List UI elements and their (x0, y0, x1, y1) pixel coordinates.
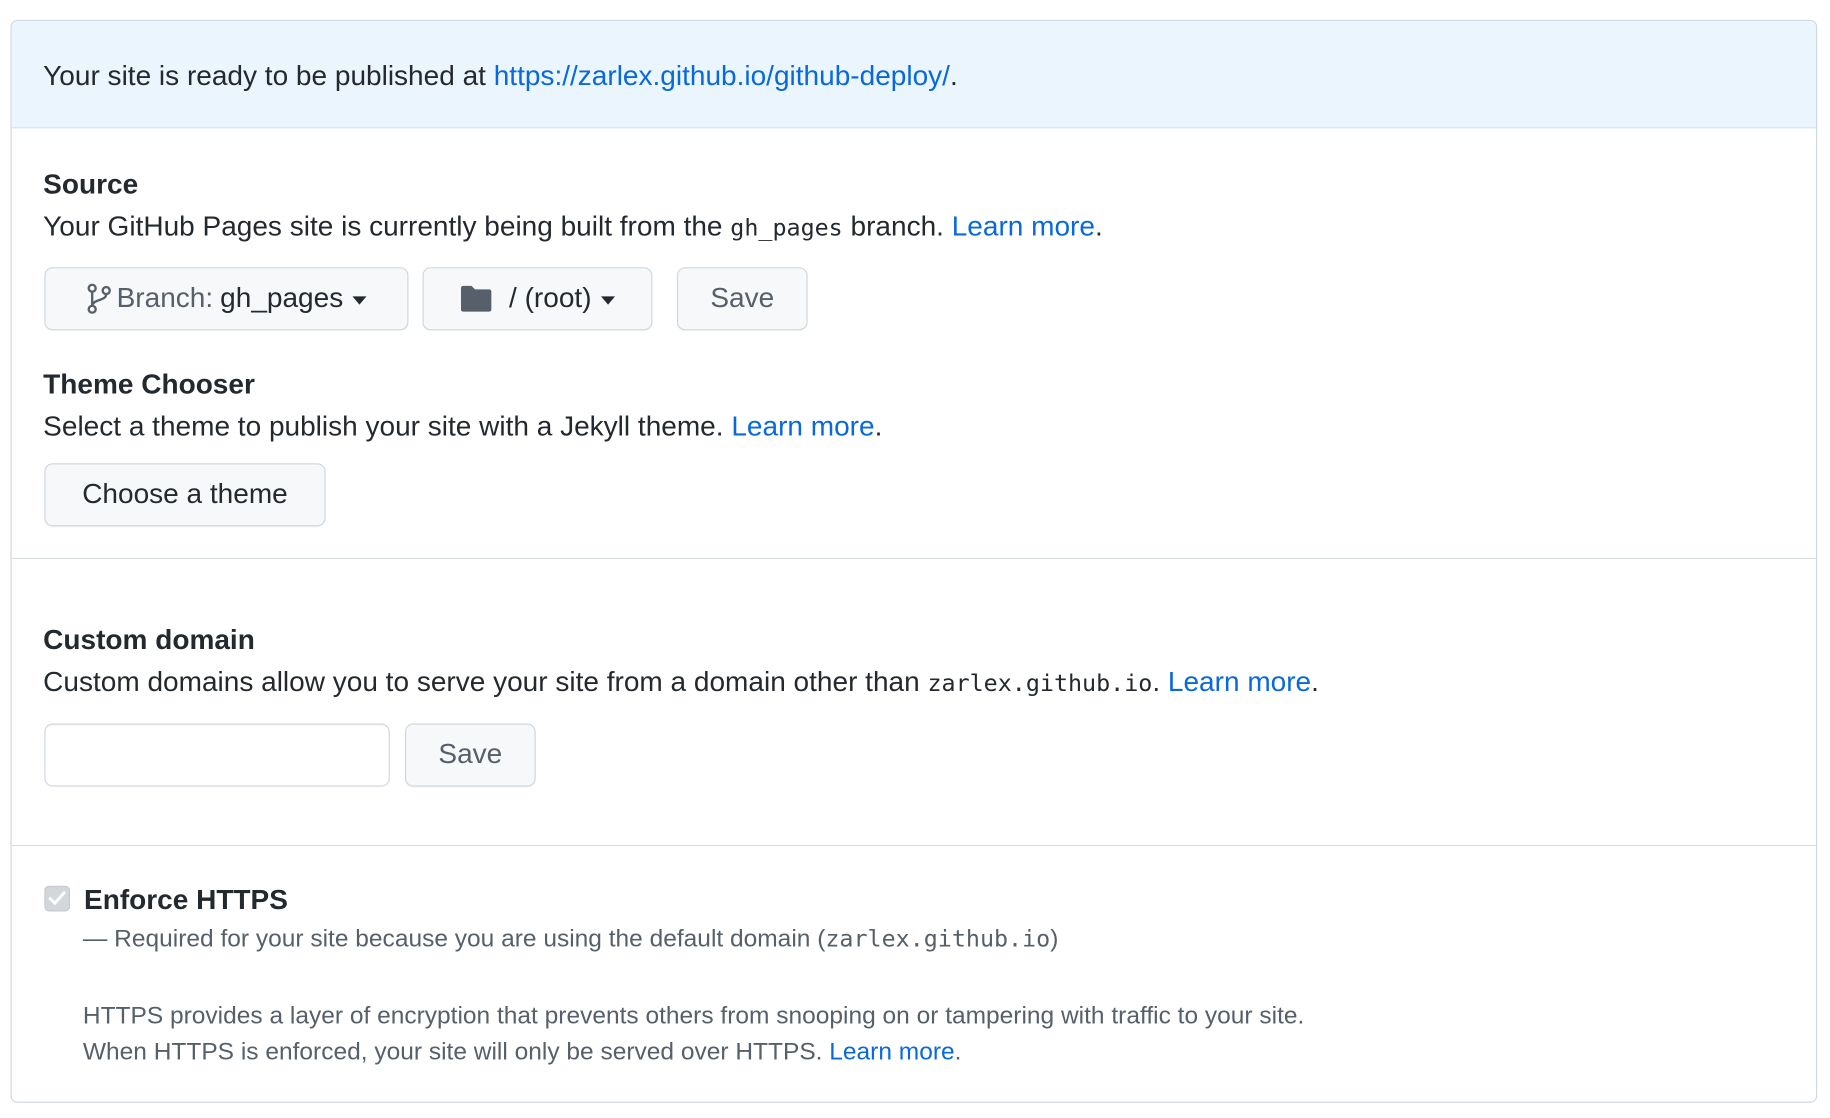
custom-domain-code: zarlex.github.io (927, 668, 1153, 697)
source-learn-more-link[interactable]: Learn more (952, 211, 1095, 243)
branch-button-value: gh_pages (220, 282, 344, 314)
source-branch-code: gh_pages (730, 213, 843, 242)
site-url-link[interactable]: https://zarlex.github.io/github-deploy/ (494, 61, 950, 93)
pages-settings-panel: Your site is ready to be published at ht… (10, 19, 1818, 1103)
publish-status-banner: Your site is ready to be published at ht… (11, 21, 1816, 129)
custom-domain-description: Custom domains allow you to serve your s… (43, 665, 1319, 700)
https-desc-line1: HTTPS provides a layer of encryption tha… (82, 1002, 1305, 1030)
https-note-code: zarlex.github.io (825, 924, 1051, 953)
custom-domain-learn-more-link[interactable]: Learn more (1168, 666, 1311, 698)
section-divider (11, 557, 1816, 559)
folder-icon (460, 285, 493, 313)
source-description: Your GitHub Pages site is currently bein… (43, 210, 1103, 245)
section-divider (11, 844, 1816, 847)
enforce-https-label: Enforce HTTPS (84, 884, 288, 917)
theme-desc-text: Select a theme to publish your site with… (43, 410, 732, 443)
git-branch-icon (86, 283, 112, 314)
banner-prefix: Your site is ready to be published at (43, 60, 494, 93)
source-desc-suffix: branch. (842, 211, 952, 243)
theme-learn-more-link[interactable]: Learn more (731, 411, 874, 443)
custom-domain-desc-suffix: . (1152, 666, 1168, 698)
enforce-https-note: — Required for your site because you are… (83, 922, 1059, 956)
folder-button-label: / (root) (509, 282, 592, 314)
banner-suffix: . (949, 60, 958, 93)
source-save-label: Save (710, 282, 775, 314)
custom-domain-desc-prefix: Custom domains allow you to serve your s… (43, 666, 928, 698)
folder-select-button[interactable]: / (root) (422, 267, 653, 331)
choose-theme-button[interactable]: Choose a theme (44, 463, 326, 527)
custom-domain-save-button[interactable]: Save (404, 723, 536, 787)
check-icon (48, 891, 66, 905)
page-root: Your site is ready to be published at ht… (0, 0, 1830, 1118)
source-heading: Source (43, 169, 139, 201)
custom-domain-period: . (1311, 666, 1319, 698)
theme-heading: Theme Chooser (43, 368, 255, 401)
branch-button-prefix: Branch: (116, 282, 214, 314)
publish-status-text: Your site is ready to be published at ht… (43, 60, 958, 95)
https-note-prefix: — Required for your site because you are… (82, 925, 826, 953)
theme-description: Select a theme to publish your site with… (43, 410, 882, 445)
https-desc-line2-text: When HTTPS is enforced, your site will o… (82, 1038, 830, 1066)
triangle-down-icon (352, 295, 367, 305)
https-learn-more-link[interactable]: Learn more (829, 1039, 954, 1066)
custom-domain-heading: Custom domain (43, 624, 255, 656)
source-desc-prefix: Your GitHub Pages site is currently bein… (43, 211, 731, 243)
custom-domain-save-label: Save (438, 738, 503, 771)
https-note-suffix: ) (1050, 925, 1059, 953)
https-period: . (954, 1038, 962, 1066)
enforce-https-checkbox[interactable] (44, 885, 71, 912)
branch-select-button[interactable]: Branch: gh_pages (44, 267, 409, 331)
source-save-button[interactable]: Save (676, 267, 808, 331)
https-desc-line2: When HTTPS is enforced, your site will o… (83, 1036, 962, 1069)
choose-theme-label: Choose a theme (82, 478, 288, 510)
theme-period: . (874, 410, 883, 443)
triangle-down-icon (600, 295, 615, 305)
source-period: . (1094, 211, 1103, 243)
custom-domain-input[interactable] (44, 723, 390, 787)
